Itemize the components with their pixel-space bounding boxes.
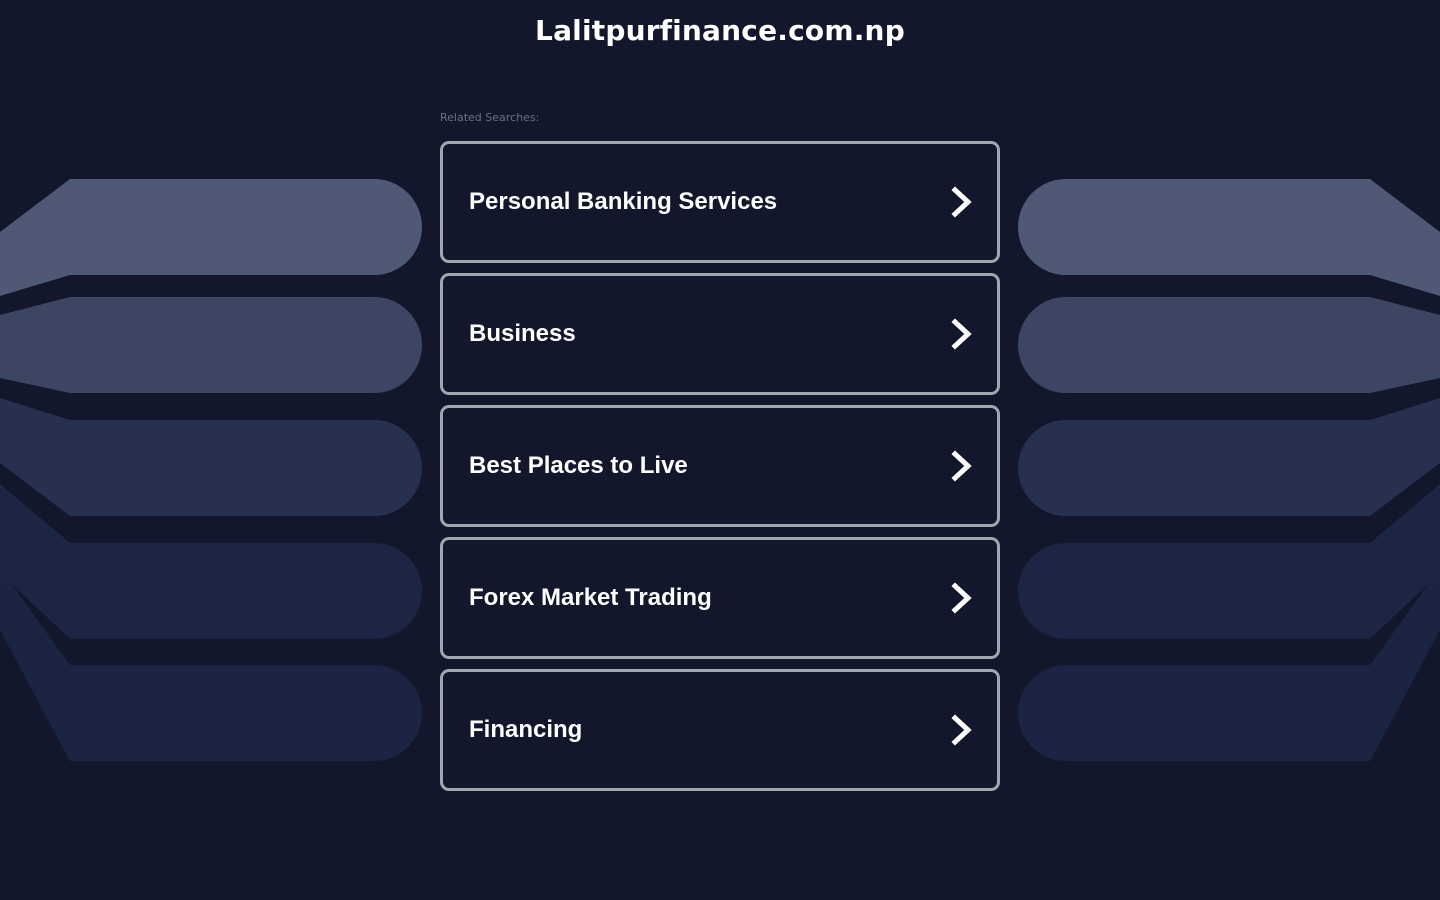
related-searches-list: Personal Banking Services Business Best … bbox=[440, 141, 1000, 801]
chevron-right-icon bbox=[951, 582, 972, 614]
site-title: Lalitpurfinance.com.np bbox=[535, 14, 905, 47]
chevron-right-icon bbox=[951, 450, 972, 482]
related-link-label: Business bbox=[469, 320, 576, 347]
chevron-right-icon bbox=[951, 186, 972, 218]
chevron-right-icon bbox=[951, 318, 972, 350]
related-link-label: Forex Market Trading bbox=[469, 584, 712, 611]
related-link-best-places-to-live[interactable]: Best Places to Live bbox=[440, 405, 1000, 527]
right-decoration bbox=[1018, 179, 1440, 761]
related-searches-label: Related Searches: bbox=[440, 111, 540, 124]
related-link-label: Financing bbox=[469, 716, 583, 743]
related-link-personal-banking-services[interactable]: Personal Banking Services bbox=[440, 141, 1000, 263]
chevron-right-icon bbox=[951, 714, 972, 746]
related-link-label: Personal Banking Services bbox=[469, 188, 778, 215]
parked-domain-page: Lalitpurfinance.com.np Related Searches:… bbox=[0, 0, 1440, 900]
left-decoration bbox=[0, 179, 422, 761]
related-link-label: Best Places to Live bbox=[469, 452, 688, 479]
related-link-financing[interactable]: Financing bbox=[440, 669, 1000, 791]
related-link-forex-market-trading[interactable]: Forex Market Trading bbox=[440, 537, 1000, 659]
related-link-business[interactable]: Business bbox=[440, 273, 1000, 395]
